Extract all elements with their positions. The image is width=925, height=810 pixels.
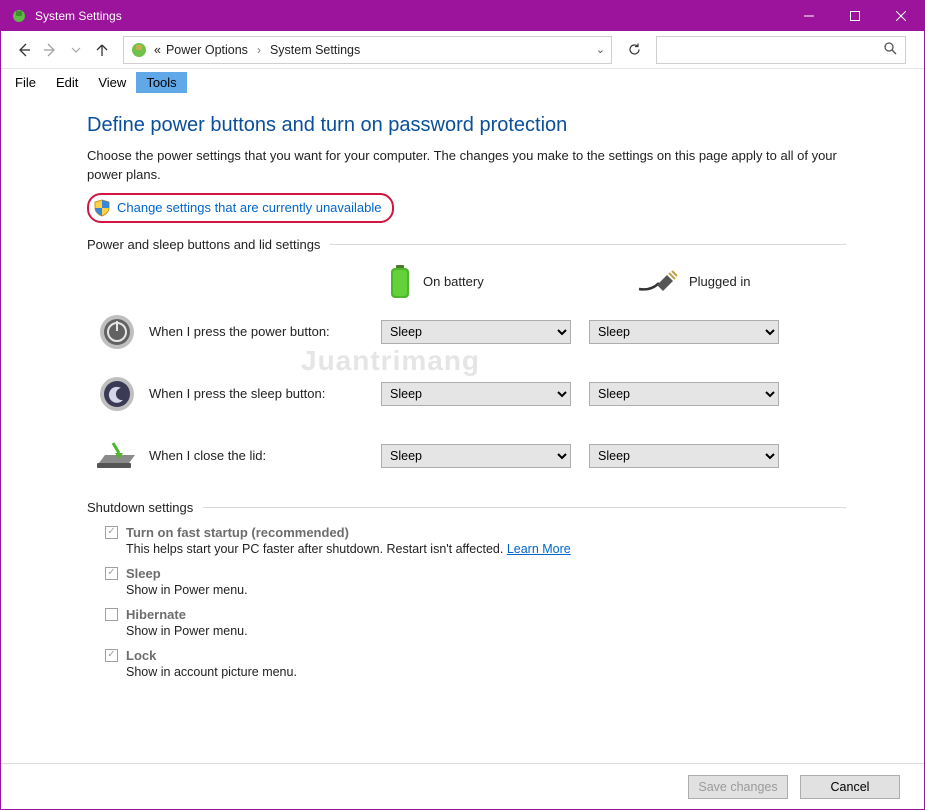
power-button-battery-select[interactable]: Sleep bbox=[381, 320, 571, 344]
menubar: File Edit View Tools bbox=[1, 69, 924, 95]
search-box[interactable] bbox=[656, 36, 906, 64]
opt-label: Hibernate bbox=[126, 607, 186, 622]
sleep-button-icon bbox=[97, 374, 137, 414]
content-scroll[interactable]: Juantrimang Define power buttons and tur… bbox=[1, 96, 924, 763]
app-icon bbox=[11, 8, 27, 24]
opt-label: Sleep bbox=[126, 566, 161, 581]
menu-view[interactable]: View bbox=[88, 72, 136, 93]
recent-button[interactable] bbox=[63, 37, 89, 63]
sleep-button-battery-select[interactable]: Sleep bbox=[381, 382, 571, 406]
menu-file[interactable]: File bbox=[5, 72, 46, 93]
column-headers: On battery Plugged in bbox=[387, 262, 846, 302]
lid-plugged-select[interactable]: Sleep bbox=[589, 444, 779, 468]
opt-sub: This helps start your PC faster after sh… bbox=[126, 542, 503, 556]
lock-checkbox[interactable] bbox=[105, 649, 118, 662]
control-panel-icon bbox=[130, 41, 148, 59]
row-label: When I press the power button: bbox=[149, 324, 381, 339]
maximize-button[interactable] bbox=[832, 1, 878, 31]
opt-sub: Show in Power menu. bbox=[126, 624, 846, 638]
learn-more-link[interactable]: Learn More bbox=[507, 542, 571, 556]
row-power-button: When I press the power button: Sleep Sle… bbox=[87, 310, 846, 354]
sleep-checkbox[interactable] bbox=[105, 567, 118, 580]
shield-icon bbox=[93, 199, 111, 217]
chevron-right-icon: › bbox=[257, 43, 261, 57]
breadcrumb-item[interactable]: System Settings bbox=[267, 41, 363, 59]
power-button-icon bbox=[97, 312, 137, 352]
bottom-bar: Save changes Cancel bbox=[1, 763, 924, 809]
plug-icon bbox=[637, 269, 679, 295]
fast-startup-checkbox[interactable] bbox=[105, 526, 118, 539]
close-button[interactable] bbox=[878, 1, 924, 31]
opt-hibernate: Hibernate Show in Power menu. bbox=[105, 607, 846, 638]
menu-edit[interactable]: Edit bbox=[46, 72, 88, 93]
search-icon[interactable] bbox=[883, 41, 897, 58]
laptop-lid-icon bbox=[95, 439, 139, 473]
content: Define power buttons and turn on passwor… bbox=[1, 96, 924, 699]
titlebar: System Settings bbox=[1, 1, 924, 31]
opt-fast-startup: Turn on fast startup (recommended) This … bbox=[105, 525, 846, 556]
breadcrumb-prefix: « bbox=[154, 43, 161, 57]
breadcrumb[interactable]: « Power Options › System Settings ⌄ bbox=[123, 36, 612, 64]
cancel-button[interactable]: Cancel bbox=[800, 775, 900, 799]
opt-sub: Show in Power menu. bbox=[126, 583, 846, 597]
forward-button[interactable] bbox=[37, 37, 63, 63]
lid-battery-select[interactable]: Sleep bbox=[381, 444, 571, 468]
opt-label: Lock bbox=[126, 648, 156, 663]
opt-sleep: Sleep Show in Power menu. bbox=[105, 566, 846, 597]
power-button-plugged-select[interactable]: Sleep bbox=[589, 320, 779, 344]
up-button[interactable] bbox=[89, 37, 115, 63]
opt-label: Turn on fast startup (recommended) bbox=[126, 525, 349, 540]
row-sleep-button: When I press the sleep button: Sleep Sle… bbox=[87, 372, 846, 416]
sleep-button-plugged-select[interactable]: Sleep bbox=[589, 382, 779, 406]
change-settings-link[interactable]: Change settings that are currently unava… bbox=[87, 193, 394, 223]
shutdown-section-title: Shutdown settings bbox=[87, 500, 846, 515]
back-button[interactable] bbox=[11, 37, 37, 63]
row-close-lid: When I close the lid: Sleep Sleep bbox=[87, 434, 846, 478]
menu-tools[interactable]: Tools bbox=[136, 72, 186, 93]
battery-icon bbox=[387, 262, 413, 302]
hibernate-checkbox[interactable] bbox=[105, 608, 118, 621]
breadcrumb-item[interactable]: Power Options bbox=[163, 41, 251, 59]
save-button[interactable]: Save changes bbox=[688, 775, 788, 799]
col-battery-label: On battery bbox=[423, 274, 484, 289]
opt-lock: Lock Show in account picture menu. bbox=[105, 648, 846, 679]
change-settings-label: Change settings that are currently unava… bbox=[117, 200, 382, 215]
refresh-button[interactable] bbox=[620, 36, 648, 64]
page-heading: Define power buttons and turn on passwor… bbox=[87, 114, 846, 137]
window-title: System Settings bbox=[35, 9, 786, 23]
power-section-title: Power and sleep buttons and lid settings bbox=[87, 237, 846, 252]
row-label: When I press the sleep button: bbox=[149, 386, 381, 401]
page-description: Choose the power settings that you want … bbox=[87, 147, 846, 185]
row-label: When I close the lid: bbox=[149, 448, 381, 463]
opt-sub: Show in account picture menu. bbox=[126, 665, 846, 679]
search-input[interactable] bbox=[665, 43, 883, 57]
chevron-down-icon[interactable]: ⌄ bbox=[596, 43, 605, 56]
minimize-button[interactable] bbox=[786, 1, 832, 31]
col-plugged-label: Plugged in bbox=[689, 274, 750, 289]
nav-row: « Power Options › System Settings ⌄ bbox=[1, 31, 924, 69]
